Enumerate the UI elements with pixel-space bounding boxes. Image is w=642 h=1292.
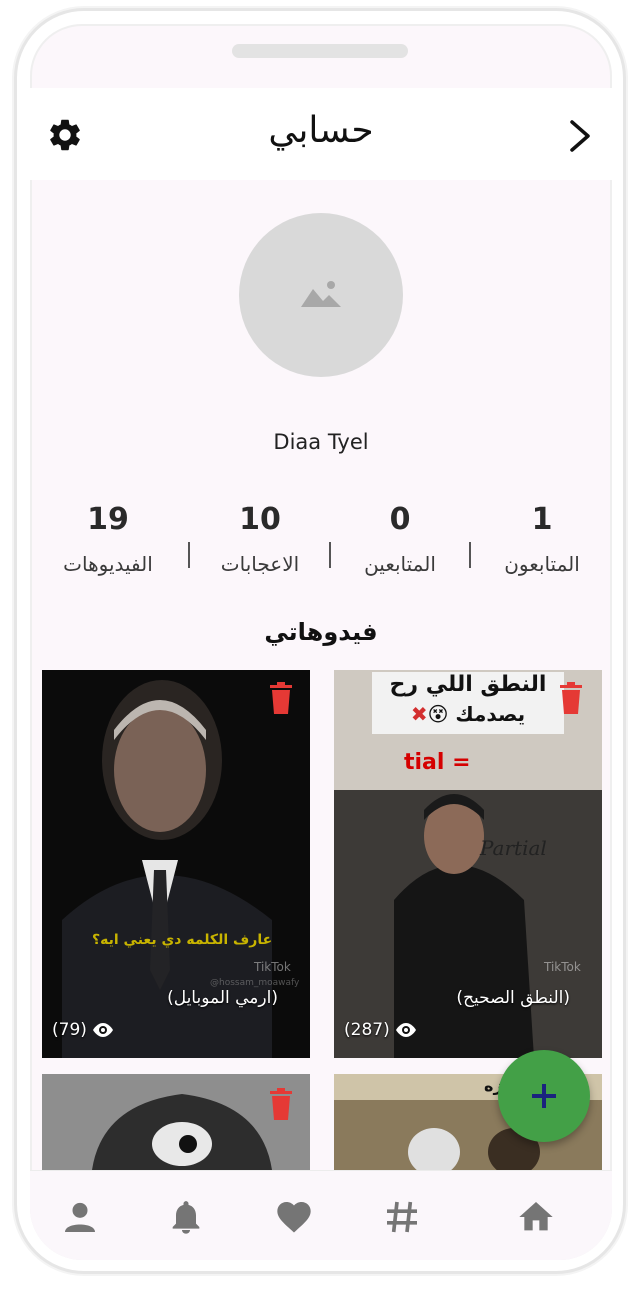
views-count: (79) (52, 1020, 87, 1040)
stat-followers[interactable]: 1 المتابعون (472, 502, 612, 576)
emoji-x-icon: ✖ (410, 702, 428, 726)
tiktok-watermark: TikTok (544, 960, 581, 974)
stat-following[interactable]: 0 المتابعين (330, 502, 470, 576)
hashtag-icon[interactable] (382, 1197, 422, 1237)
views-count: (287) (344, 1020, 390, 1040)
stat-value: 19 (87, 502, 129, 537)
bell-icon[interactable] (166, 1197, 206, 1237)
stat-label: المتابعون (504, 552, 580, 576)
overlay-subtitle-text: يصدمك (455, 702, 526, 726)
home-icon[interactable] (516, 1197, 556, 1237)
trash-icon[interactable] (268, 682, 294, 714)
stat-label: الاعجابات (220, 552, 300, 576)
username: Diaa Tyel (273, 430, 369, 454)
profile-icon[interactable] (60, 1197, 100, 1237)
trash-icon[interactable] (268, 1088, 294, 1120)
video-caption: (النطق الصحيح) (456, 988, 570, 1008)
stat-value: 0 (389, 502, 411, 537)
stat-label: الفيديوهات (63, 552, 153, 576)
video-overlay-title: النطق اللي رح (389, 672, 547, 697)
app-screen: حسابي Diaa Tyel 19 الفيديوهات 10 الاعجاب… (30, 24, 612, 1260)
video-card[interactable]: عارف الكلمه دي يعني ايه؟ TikTok @hossam_… (42, 670, 310, 1058)
video-caption: (ارمي الموبايل) (167, 988, 278, 1008)
trash-icon[interactable] (558, 682, 584, 714)
plus-icon (532, 1084, 556, 1108)
page-title: حسابي (268, 110, 374, 151)
stat-label: المتابعين (364, 552, 436, 576)
stat-videos[interactable]: 19 الفيديوهات (38, 502, 178, 576)
section-title: فيدوهاتي (264, 618, 378, 646)
speaker-notch (232, 44, 408, 58)
stat-value: 1 (531, 502, 553, 537)
board-word-secondary: Partial (480, 836, 547, 860)
video-views: (287) (344, 1020, 418, 1040)
handle-watermark: @hossam_moawafy (210, 978, 300, 988)
chevron-right-icon[interactable] (564, 118, 594, 154)
board-word: tial = (404, 750, 471, 775)
video-card[interactable]: النطق اللي رح ✖😵 يصدمك tial = Partial Ti… (334, 670, 602, 1058)
video-views: (79) (52, 1020, 115, 1040)
app-header: حسابي (30, 88, 612, 180)
add-video-button[interactable] (498, 1050, 590, 1142)
tiktok-watermark: TikTok (254, 960, 291, 974)
eye-icon (92, 1023, 113, 1037)
stat-divider (469, 542, 471, 568)
video-overlay-subtitle: ✖😵 يصدمك (374, 702, 562, 726)
emoji-dizzy-icon: 😵 (427, 702, 449, 726)
image-placeholder-icon (301, 281, 341, 307)
stat-value: 10 (239, 502, 281, 537)
eye-icon (395, 1023, 416, 1037)
video-overlay-text: عارف الكلمه دي يعني ايه؟ (92, 932, 273, 948)
profile-stats: 19 الفيديوهات 10 الاعجابات 0 المتابعين 1… (30, 502, 612, 602)
video-card[interactable] (42, 1074, 310, 1170)
bottom-nav (30, 1170, 612, 1260)
avatar[interactable] (239, 213, 403, 377)
stat-likes[interactable]: 10 الاعجابات (190, 502, 330, 576)
heart-icon[interactable] (274, 1197, 314, 1237)
